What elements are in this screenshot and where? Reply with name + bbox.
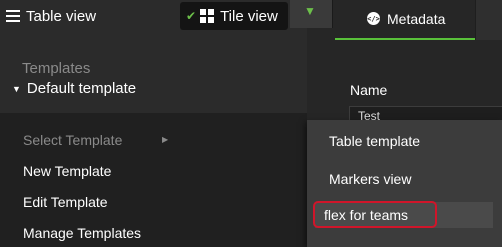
menu-item-new-template[interactable]: New Template: [23, 163, 111, 179]
menu-item-select-template[interactable]: Select Template: [23, 132, 122, 148]
table-view-label: Table view: [26, 7, 97, 25]
caret-down-icon: ▼: [12, 83, 21, 94]
code-icon: </>: [367, 12, 380, 25]
grid-icon: [200, 9, 215, 23]
tile-view-label: Tile view: [220, 7, 278, 25]
highlight-annotation: [313, 201, 437, 228]
tab-next[interactable]: [475, 0, 502, 40]
list-icon: [6, 10, 20, 22]
chevron-down-icon: ▼: [304, 4, 316, 18]
menu-item-edit-template[interactable]: Edit Template: [23, 194, 108, 210]
check-icon: ✔: [186, 9, 197, 23]
table-view-button[interactable]: Table view: [6, 4, 96, 28]
menu-item-manage-templates[interactable]: Manage Templates: [23, 225, 141, 241]
chevron-right-icon: ▶: [162, 135, 169, 144]
name-label: Name: [350, 82, 388, 98]
template-selector[interactable]: ▼ Default template: [12, 80, 136, 97]
templates-heading: Templates: [22, 60, 91, 77]
tile-view-button[interactable]: ✔ Tile view: [180, 2, 288, 30]
submenu-item-table-template[interactable]: Table template: [329, 133, 420, 149]
toolbar-overflow[interactable]: ▼: [290, 0, 333, 28]
current-template-label: Default template: [26, 80, 137, 97]
submenu-item-markers-view[interactable]: Markers view: [329, 171, 411, 187]
tab-metadata[interactable]: </> Metadata: [335, 0, 475, 40]
tab-metadata-label: Metadata: [387, 11, 446, 27]
